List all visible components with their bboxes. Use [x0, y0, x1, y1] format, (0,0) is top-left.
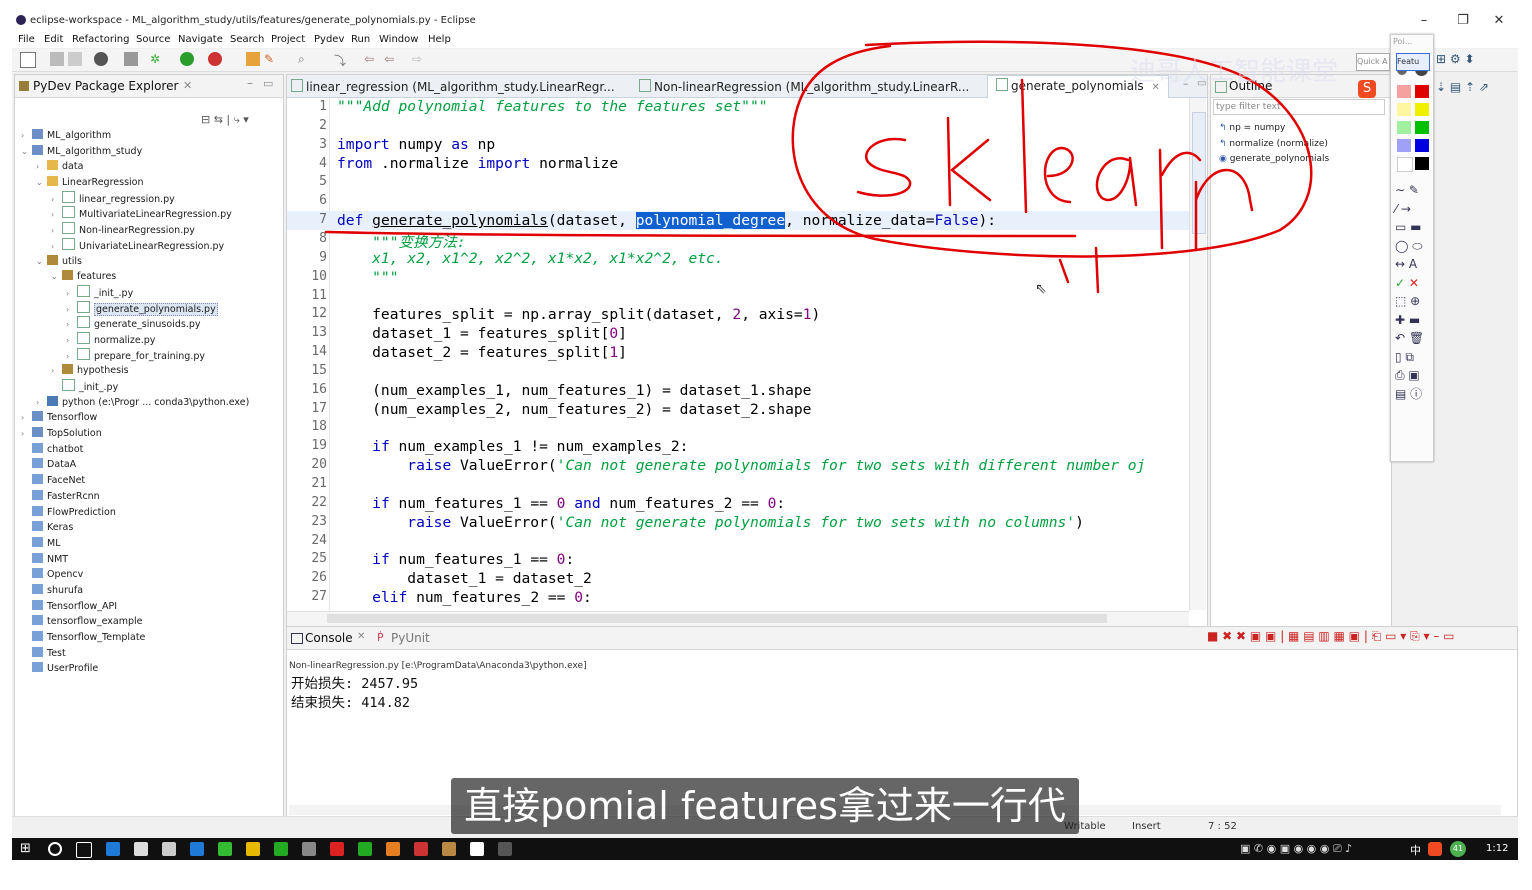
- pdf-icon[interactable]: [330, 842, 344, 856]
- windows-start-icon[interactable]: ⊞: [20, 842, 34, 856]
- clock: 1:12: [1486, 843, 1509, 854]
- app-icon-3[interactable]: [302, 842, 316, 856]
- sogou-tray-icon[interactable]: [1428, 842, 1442, 856]
- play-icon: [1417, 721, 1445, 755]
- ime-icon[interactable]: S: [1358, 80, 1376, 98]
- watermark-text: 迪哥人工智能课堂: [1130, 57, 1338, 87]
- video-subtitle: 直接pomial features拿过来一行代码: [451, 778, 1079, 884]
- mail-icon[interactable]: [162, 842, 176, 856]
- annotation-r: [1158, 148, 1202, 250]
- app-icon-green[interactable]: [218, 842, 232, 856]
- app-icon-6[interactable]: [442, 842, 456, 856]
- app-icon-2[interactable]: [274, 842, 288, 856]
- explorer-icon[interactable]: [246, 842, 260, 856]
- annotation-k: [946, 116, 992, 207]
- vscode-icon[interactable]: [190, 842, 204, 856]
- app-icon-5[interactable]: [414, 842, 428, 856]
- mouse-cursor-icon: ⇖: [1035, 281, 1047, 297]
- edge-icon[interactable]: [106, 842, 120, 856]
- annotation-underline: [324, 230, 1077, 238]
- app-icon-4[interactable]: [386, 842, 400, 856]
- wechat-icon[interactable]: [358, 842, 372, 856]
- annotation-e: [1043, 146, 1074, 204]
- annotation-n: [1194, 168, 1254, 252]
- annotation-tick-2: [1094, 246, 1100, 294]
- annotation-l: [1020, 78, 1028, 214]
- store-icon[interactable]: [134, 842, 148, 856]
- notepad-icon[interactable]: [470, 842, 484, 856]
- video-play-button[interactable]: [1388, 704, 1470, 772]
- annotation-overlay: 迪哥人工智能课堂 ⇖: [324, 40, 1338, 297]
- ime-indicator[interactable]: 中: [1410, 842, 1421, 858]
- annotation-a: [1095, 156, 1138, 207]
- annotation-tick-1: [1058, 258, 1070, 284]
- cortana-icon[interactable]: [48, 842, 62, 856]
- windows-taskbar: ⊞ ▣ ✆ ◉ ▣ ◉ ◉ ◉ ⎚ ♪ 中 41 1:12: [12, 838, 1518, 860]
- eclipse-taskbar-icon[interactable]: [498, 842, 512, 856]
- annotation-s: [856, 137, 912, 197]
- system-tray-icons[interactable]: ▣ ✆ ◉ ▣ ◉ ◉ ◉ ⎚ ♪: [1240, 842, 1352, 856]
- task-view-icon[interactable]: [76, 842, 92, 858]
- notification-badge[interactable]: 41: [1450, 841, 1466, 857]
